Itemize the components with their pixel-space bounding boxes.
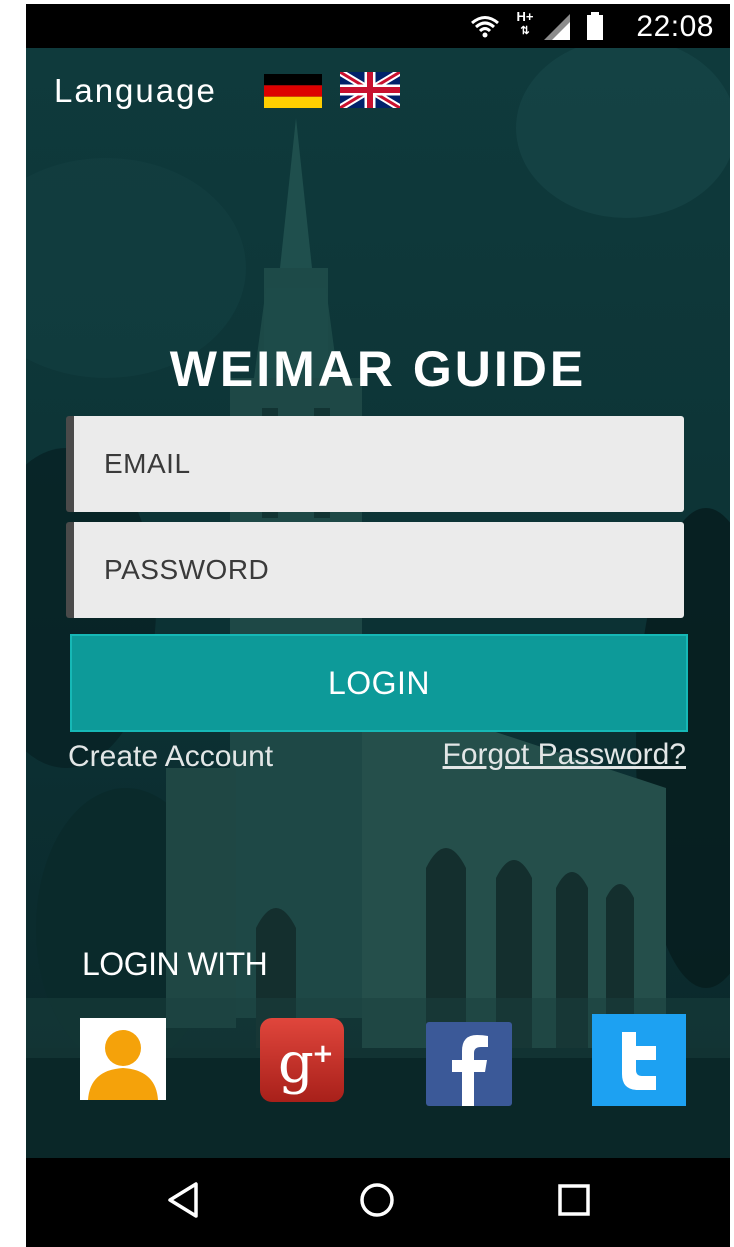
login-button-label: LOGIN bbox=[327, 664, 431, 701]
wifi-icon bbox=[471, 16, 499, 38]
svg-text:g: g bbox=[278, 1031, 314, 1096]
home-icon[interactable] bbox=[358, 1180, 396, 1220]
uk-flag-icon[interactable] bbox=[340, 72, 400, 108]
create-account-link[interactable]: Create Account bbox=[68, 740, 273, 774]
navigation-bar bbox=[26, 1158, 730, 1247]
login-button[interactable]: LOGIN bbox=[70, 634, 688, 732]
svg-text:+: + bbox=[312, 1039, 334, 1069]
google-plus-icon: g + bbox=[260, 1018, 344, 1102]
password-field[interactable] bbox=[74, 522, 684, 618]
cell-signal-icon bbox=[544, 14, 570, 40]
login-with-heading: LOGIN WITH bbox=[82, 946, 268, 982]
network-type-icon: H+ ⇅ bbox=[516, 9, 534, 37]
recents-icon[interactable] bbox=[556, 1180, 592, 1220]
email-field-container bbox=[66, 416, 684, 512]
twitter-login-button[interactable] bbox=[592, 1014, 686, 1106]
battery-icon bbox=[587, 12, 603, 40]
network-type-label: H+ bbox=[516, 9, 534, 24]
email-field[interactable] bbox=[74, 416, 684, 512]
google-plus-login-button[interactable]: g + bbox=[260, 1018, 344, 1102]
twitter-icon bbox=[592, 1014, 686, 1106]
facebook-login-button[interactable] bbox=[426, 1022, 512, 1106]
status-bar: H+ ⇅ 22:08 bbox=[26, 4, 730, 48]
password-field-container bbox=[66, 522, 684, 618]
user-avatar-icon bbox=[88, 1030, 158, 1100]
facebook-icon bbox=[426, 1022, 512, 1106]
status-time: 22:08 bbox=[636, 10, 714, 43]
guest-login-button[interactable] bbox=[80, 1018, 166, 1100]
phone-screen: H+ ⇅ 22:08 Language WEIMAR GUIDE EMAIL L… bbox=[26, 4, 730, 1247]
forgot-password-link[interactable]: Forgot Password? bbox=[443, 738, 686, 772]
back-icon[interactable] bbox=[166, 1180, 202, 1220]
language-label: Language bbox=[54, 72, 217, 109]
app-title: WEIMAR GUIDE bbox=[169, 341, 587, 397]
german-flag-icon[interactable] bbox=[264, 74, 322, 108]
